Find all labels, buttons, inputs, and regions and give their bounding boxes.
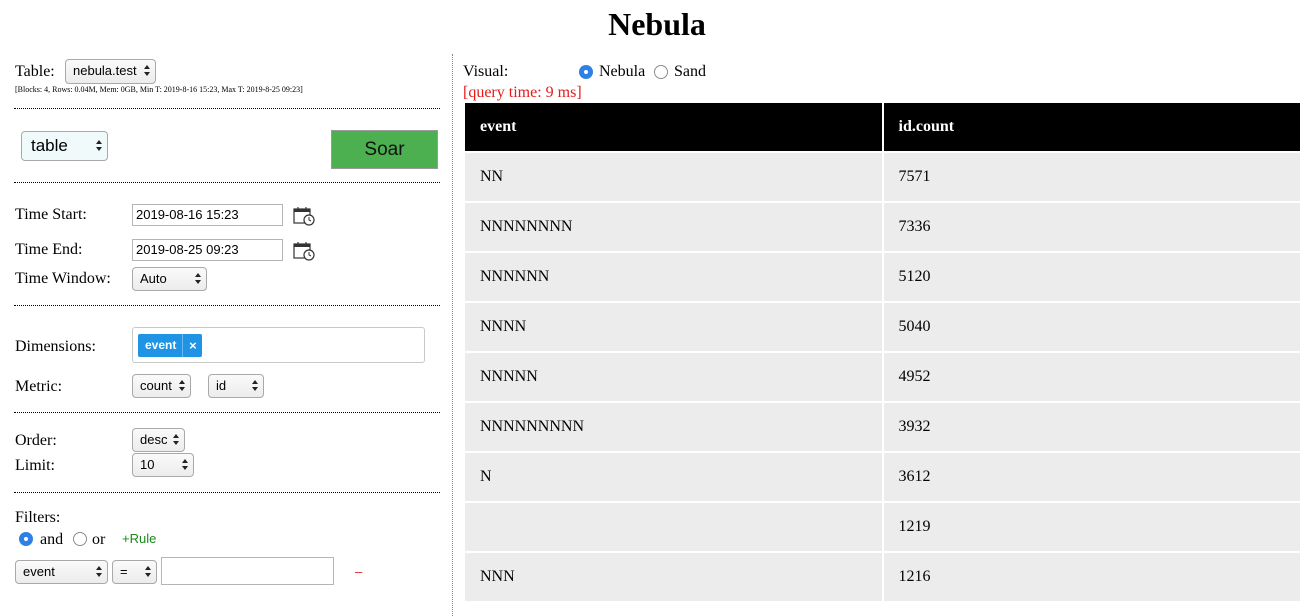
- table-cell: NN: [465, 153, 882, 201]
- dimensions-label: Dimensions:: [15, 338, 96, 355]
- table-row: NNNNNNNN 7336: [465, 203, 1300, 251]
- table-select-value: nebula.test: [73, 63, 137, 78]
- filter-value-input[interactable]: [161, 557, 334, 585]
- time-start-label: Time Start:: [15, 206, 87, 223]
- limit-label: Limit:: [15, 457, 55, 474]
- divider: [14, 108, 440, 109]
- dimensions-input[interactable]: event ×: [132, 327, 425, 363]
- calendar-icon[interactable]: [293, 206, 315, 226]
- metric-label: Metric:: [15, 378, 63, 395]
- query-time: [query time: 9 ms]: [463, 84, 582, 101]
- table-cell: NNNN: [465, 303, 882, 351]
- time-end-label: Time End:: [15, 241, 83, 258]
- chevron-updown-icon: [143, 63, 151, 79]
- chevron-updown-icon: [194, 271, 202, 287]
- table-cell: 7336: [883, 203, 1300, 251]
- table-cell: N: [465, 453, 882, 501]
- result-table: event id.count NN 7571 NNNNNNNN 7336 NNNNN…: [463, 101, 1302, 603]
- remove-filter-button[interactable]: –: [355, 564, 362, 579]
- table-row: 1219: [465, 503, 1300, 551]
- table-cell: 3612: [883, 453, 1300, 501]
- table-row: NNNNNNNNN 3932: [465, 403, 1300, 451]
- order-select[interactable]: desc: [132, 428, 185, 452]
- limit-select-value: 10: [140, 457, 155, 472]
- order-label: Order:: [15, 432, 57, 449]
- table-select[interactable]: nebula.test: [65, 59, 156, 84]
- metric-aggregation-select[interactable]: count: [132, 374, 191, 398]
- page-title: Nebula: [608, 6, 706, 42]
- metric-aggregation-value: count: [140, 378, 172, 393]
- chevron-updown-icon: [251, 378, 259, 394]
- metric-field-select[interactable]: id: [208, 374, 264, 398]
- table-cell: NNN: [465, 553, 882, 601]
- table-cell: NNNNN: [465, 353, 882, 401]
- order-select-value: desc: [140, 432, 168, 447]
- chevron-updown-icon: [144, 564, 152, 580]
- column-header[interactable]: id.count: [883, 103, 1300, 151]
- time-window-select[interactable]: Auto: [132, 267, 207, 291]
- filter-field-select-value: event: [23, 564, 55, 579]
- time-start-input[interactable]: 2019-08-16 15:23: [132, 204, 283, 226]
- limit-select[interactable]: 10: [132, 453, 194, 477]
- table-row: N 3612: [465, 453, 1300, 501]
- table-cell: NNNNNN: [465, 253, 882, 301]
- visual-sand-radio[interactable]: [654, 65, 668, 79]
- table-stats: [Blocks: 4, Rows: 0.04M, Mem: 0GB, Min T…: [15, 85, 303, 94]
- calendar-icon[interactable]: [293, 241, 315, 261]
- table-row: NNN 1216: [465, 553, 1300, 601]
- chevron-updown-icon: [178, 378, 186, 394]
- table-cell: [465, 503, 882, 551]
- filter-or-label: or: [92, 531, 106, 548]
- metric-field-value: id: [216, 378, 227, 393]
- table-cell: NNNNNNNNN: [465, 403, 882, 451]
- visual-label: Visual:: [463, 63, 509, 80]
- visual-nebula-label: Nebula: [599, 63, 646, 80]
- visual-sand-label: Sand: [674, 63, 706, 80]
- table-cell: 5040: [883, 303, 1300, 351]
- panel-separator: [452, 54, 453, 616]
- chevron-updown-icon: [95, 138, 103, 154]
- table-cell: 1219: [883, 503, 1300, 551]
- table-cell: 1216: [883, 553, 1300, 601]
- table-row: NN 7571: [465, 153, 1300, 201]
- display-select-value: table: [31, 136, 68, 155]
- table-label: Table:: [15, 63, 55, 80]
- visual-nebula-radio[interactable]: [579, 65, 593, 79]
- filter-operator-select-value: =: [120, 564, 128, 579]
- filter-and-radio[interactable]: [19, 532, 33, 546]
- filter-field-select[interactable]: event: [15, 560, 108, 584]
- divider: [14, 182, 440, 183]
- table-row: NNNNNN 5120: [465, 253, 1300, 301]
- table-row: NNNN 5040: [465, 303, 1300, 351]
- add-rule-button[interactable]: +Rule: [122, 531, 156, 546]
- time-end-input[interactable]: 2019-08-25 09:23: [132, 239, 283, 261]
- soar-button[interactable]: Soar: [331, 130, 438, 169]
- divider: [14, 492, 440, 493]
- filter-operator-select[interactable]: =: [112, 560, 157, 584]
- table-cell: 4952: [883, 353, 1300, 401]
- chevron-updown-icon: [172, 432, 180, 448]
- dimension-tag-remove-button[interactable]: ×: [182, 334, 202, 357]
- table-cell: 5120: [883, 253, 1300, 301]
- dimension-tag: event ×: [138, 334, 203, 357]
- time-window-label: Time Window:: [15, 270, 111, 287]
- column-header[interactable]: event: [465, 103, 882, 151]
- chevron-updown-icon: [95, 564, 103, 580]
- filter-and-label: and: [40, 531, 64, 548]
- table-header-row: event id.count: [465, 103, 1300, 151]
- table-cell: 7571: [883, 153, 1300, 201]
- time-window-select-value: Auto: [140, 271, 167, 286]
- table-cell: NNNNNNNN: [465, 203, 882, 251]
- chevron-updown-icon: [181, 457, 189, 473]
- filters-label: Filters:: [15, 509, 61, 526]
- dimension-tag-label: event: [145, 338, 177, 352]
- divider: [14, 412, 440, 413]
- table-cell: 3932: [883, 403, 1300, 451]
- divider: [14, 305, 440, 306]
- filter-or-radio[interactable]: [73, 532, 87, 546]
- table-row: NNNNN 4952: [465, 353, 1300, 401]
- display-select[interactable]: table: [21, 131, 108, 161]
